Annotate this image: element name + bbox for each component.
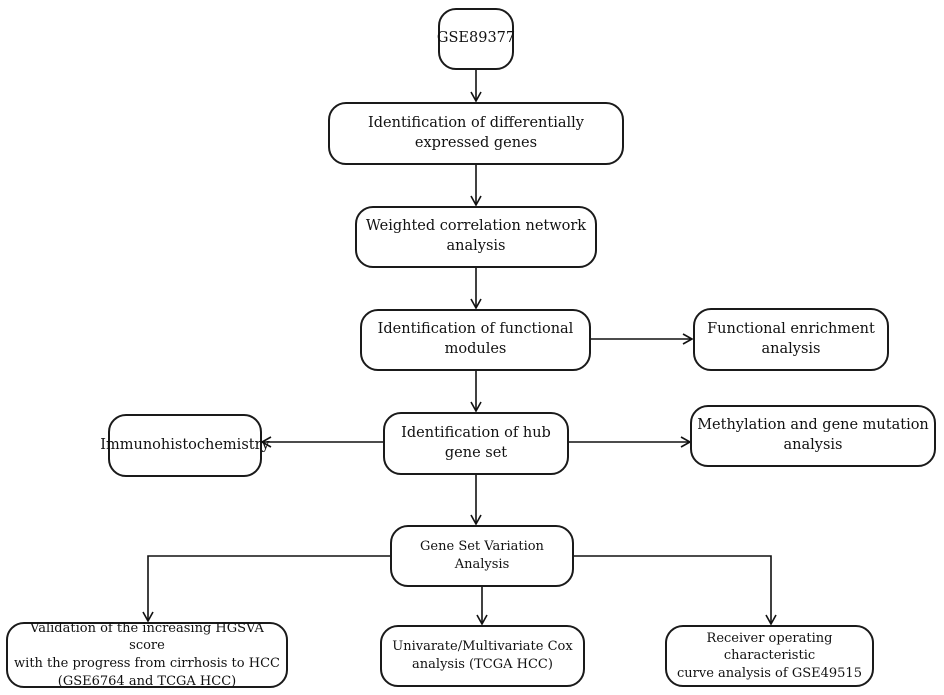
node-label: Weighted correlation network analysis [365,218,587,254]
node-methylation: Methylation and gene mutation analysis [690,405,936,467]
node-label: Methylation and gene mutation analysis [697,417,929,453]
node-label: GSE89377 [436,30,516,47]
node-roc: Receiver operating characteristic curve … [665,625,874,687]
edge-gsva-roc [573,555,777,626]
node-validation: Validation of the increasing HGSVA score… [6,620,288,689]
node-label-line2: curve analysis of GSE49515 [677,665,862,681]
node-label-line1: Validation of the increasing HGSVA score [30,620,264,654]
node-label-line3: (GSE6764 and TCGA HCC) [57,673,237,689]
node-label: Identification of hub gene set [401,424,551,461]
node-label-line2: analysis (TCGA HCC) [412,657,553,672]
node-label: Immunohistochemistry [100,436,270,453]
node-label: Identification of functional modules [377,321,574,357]
node-ihc: Immunohistochemistry [100,414,270,477]
node-deg: Identification of differentially express… [328,102,624,165]
node-label-line2: with the progress from cirrhosis to HCC [14,656,280,671]
node-label: Gene Set Variation Analysis [420,539,544,572]
node-label: Identification of differentially express… [368,114,584,151]
node-label-line1: Univarate/Multivariate Cox [392,639,573,655]
node-gse89377: GSE89377 [436,8,516,70]
node-gsva: Gene Set Variation Analysis [390,525,574,587]
node-label-line1: Receiver operating characteristic [706,630,833,664]
node-modules: Identification of functional modules [360,309,591,371]
node-hub: Identification of hub gene set [383,412,569,475]
node-wgcna: Weighted correlation network analysis [355,206,597,268]
node-enrichment: Functional enrichment analysis [693,308,889,371]
edge-gsva-validation [142,555,390,623]
node-cox: Univarate/Multivariate Cox analysis (TCG… [380,625,585,687]
node-label: Functional enrichment analysis [707,320,875,357]
